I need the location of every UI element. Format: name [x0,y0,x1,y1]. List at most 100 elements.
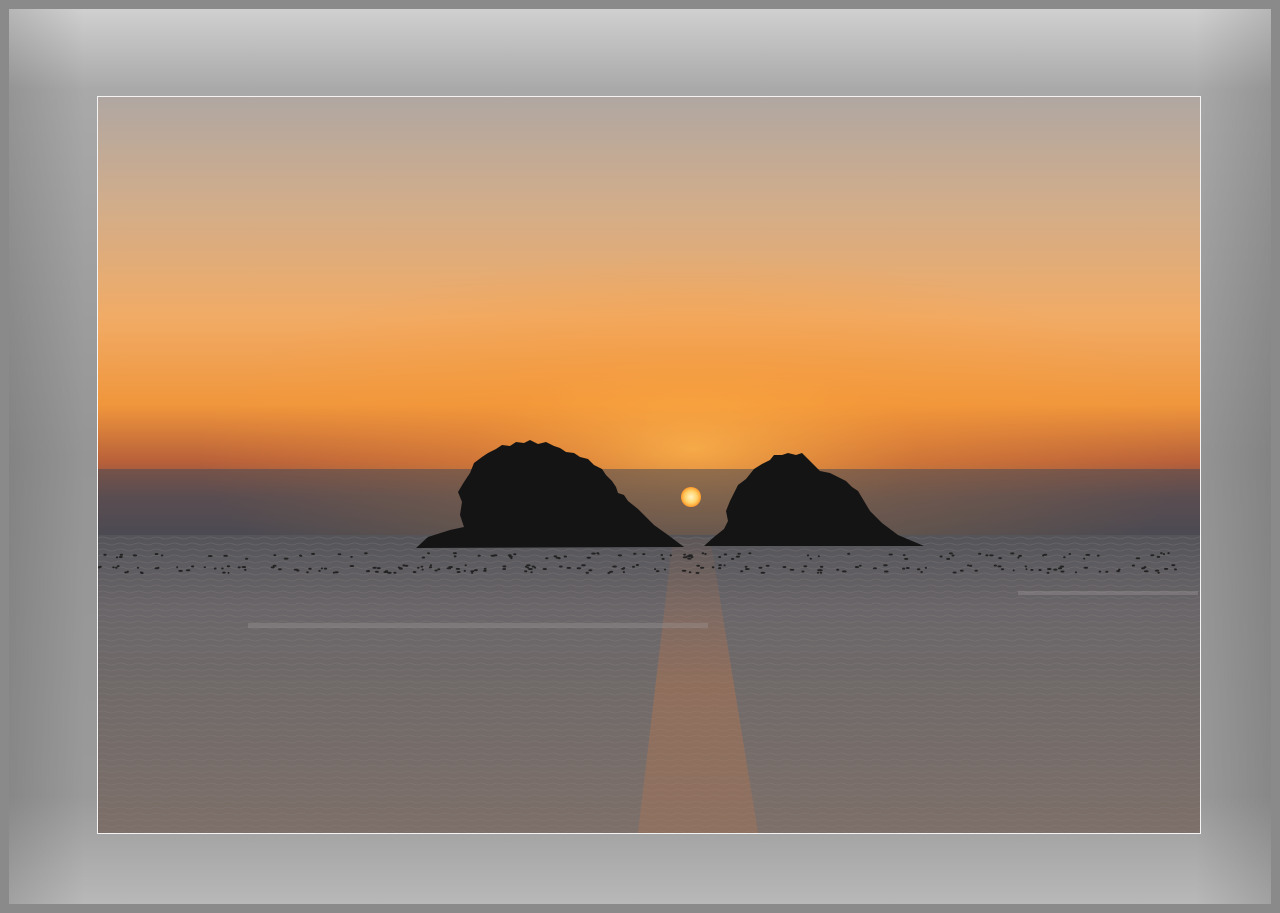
buoy [1160,552,1163,555]
buoy [872,567,877,570]
buoy [731,557,735,560]
buoy [393,571,397,574]
buoy [700,566,705,569]
buoy [337,553,342,556]
buoy [1085,553,1091,556]
buoy [997,565,1002,568]
buoy [817,569,822,572]
buoy [483,569,487,572]
buoy [383,571,389,573]
buoy [817,555,820,558]
buoy [222,571,226,574]
sunset-scene [98,97,1200,833]
buoy [136,566,140,569]
buoy [545,557,549,560]
buoy [723,564,726,567]
picture-frame [0,0,1280,913]
buoy [470,570,475,573]
buoy [744,568,750,570]
buoy [1083,557,1086,560]
buoy [524,570,528,573]
buoy [704,553,707,555]
buoy [513,553,517,556]
buoy [526,564,531,567]
buoy [299,554,302,557]
buoy [905,567,910,569]
buoy [1010,552,1015,555]
buoy [270,566,275,569]
buoy [1083,566,1089,569]
buoy [452,552,457,555]
buoy [841,570,847,573]
buoy [782,566,787,568]
buoy [612,565,617,568]
buoy [959,569,964,572]
buoy [1174,568,1177,571]
buoy [1053,568,1058,571]
buoy [124,571,128,574]
buoy [191,565,195,568]
buoy [1144,570,1149,573]
buoy [687,557,692,560]
buoy [534,566,537,569]
sunset-photo [97,96,1201,834]
buoy [1018,555,1021,558]
buoy [115,566,118,569]
buoy [883,564,888,567]
buoy [502,565,507,568]
buoy [555,556,561,559]
buoy [576,567,582,570]
buoy [308,567,312,570]
buoy [939,555,943,558]
buoy [375,570,379,573]
buoy [1046,571,1050,574]
buoy [176,566,179,569]
buoy [920,571,923,573]
buoy [809,557,812,560]
buoy [372,566,377,569]
buoy [1068,553,1071,555]
buoy [365,570,370,573]
buoy [1171,564,1176,567]
buoy [1156,555,1161,558]
buoy [178,569,183,572]
buoy [617,554,623,557]
buoy [364,552,368,555]
buoy [412,571,417,573]
buoy [293,568,299,571]
buoy [508,555,513,558]
buoy [245,557,249,560]
buoy [213,567,217,570]
buoy [559,565,563,568]
buoy [154,567,159,570]
buoy [1096,554,1100,557]
buoy [530,571,533,574]
buoy [633,552,637,555]
buoy [241,566,247,568]
buoy [967,564,970,567]
buoy [1063,556,1066,559]
buoy [596,552,599,555]
buoy [203,566,206,569]
buoy [952,571,957,574]
buoy [116,565,120,568]
buoy [859,564,862,567]
buoy [884,570,889,573]
buoy [1060,570,1065,573]
buoy [132,554,138,557]
buoy [421,568,424,571]
buoy [669,554,672,557]
buoy [115,556,119,559]
buoy [1105,570,1109,573]
buoy [566,566,572,569]
buoy [1012,569,1015,572]
buoy [948,552,953,555]
buoy [711,566,715,569]
buoy [718,567,722,570]
buoy [586,556,591,559]
buoy [119,553,124,556]
buoy [139,571,143,574]
buoy [748,552,752,555]
buoy [1162,553,1165,556]
buoy [591,552,596,555]
